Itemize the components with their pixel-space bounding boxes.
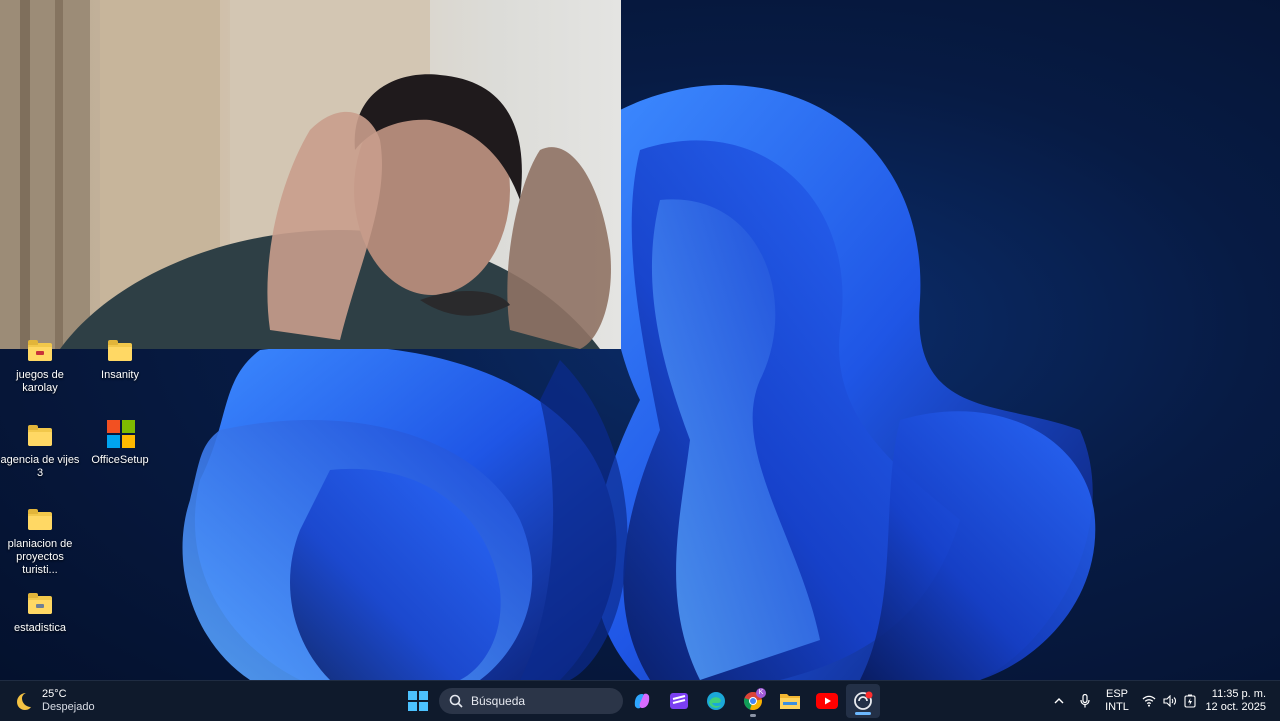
desktop-icon-label: Insanity: [101, 369, 139, 381]
running-indicator: [750, 714, 756, 717]
desktop-icon-insanity[interactable]: Insanity: [80, 340, 160, 382]
desktop-icon-label: estadistica: [14, 622, 66, 634]
windows-start-icon: [408, 691, 428, 711]
taskbar-chrome[interactable]: K: [736, 681, 770, 721]
desktop-icon-label: agencia de vijes 3: [0, 454, 80, 479]
taskbar-edge[interactable]: [699, 681, 733, 721]
desktop-icon-officesetup[interactable]: OfficeSetup: [80, 420, 160, 467]
clock-date: 12 oct. 2025: [1205, 701, 1266, 713]
weather-temperature: 25°C: [42, 688, 67, 700]
wifi-icon: [1142, 695, 1156, 707]
clipchamp-icon: [670, 693, 688, 709]
taskbar-file-explorer[interactable]: [773, 681, 807, 721]
language-secondary: INTL: [1105, 701, 1129, 713]
desktop-icon-label: planiacion de proyectos turisti...: [7, 538, 73, 576]
quick-settings-button[interactable]: [1138, 681, 1200, 721]
desktop-icon-agencia-de-vijes-3[interactable]: agencia de vijes 3: [0, 425, 80, 480]
office-setup-icon: [107, 420, 135, 448]
weather-condition: Despejado: [42, 701, 95, 713]
battery-charging-icon: [1184, 694, 1196, 708]
taskbar-recorder[interactable]: [846, 684, 880, 718]
folder-icon: [780, 694, 800, 709]
taskbar-clipchamp[interactable]: [662, 681, 696, 721]
taskbar-youtube[interactable]: [810, 681, 844, 721]
clock-button[interactable]: 11:35 p. m. 12 oct. 2025: [1204, 681, 1266, 721]
webcam-overlay: [0, 0, 621, 349]
folder-icon: [27, 340, 53, 363]
youtube-icon: [816, 693, 838, 709]
moon-icon: [17, 693, 31, 710]
copilot-icon: [634, 693, 650, 709]
folder-icon: [27, 593, 53, 616]
chrome-profile-badge: K: [756, 688, 766, 698]
desktop-icon-juegos-de-karolay[interactable]: juegos de karolay: [0, 340, 80, 395]
show-hidden-icons-button[interactable]: [1050, 681, 1068, 721]
webcam-person-image: [0, 0, 611, 349]
taskbar-copilot[interactable]: [625, 681, 659, 721]
desktop-icon-label: OfficeSetup: [91, 454, 149, 466]
volume-icon: [1163, 695, 1177, 707]
microphone-icon: [1080, 694, 1090, 708]
desktop-icon-estadistica[interactable]: estadistica: [0, 593, 80, 635]
edge-icon: [707, 692, 725, 710]
desktop-icon-label: juegos de karolay: [16, 369, 64, 394]
start-button[interactable]: [401, 681, 435, 721]
search-placeholder: Búsqueda: [471, 694, 526, 708]
folder-icon: [27, 509, 53, 532]
active-indicator: [855, 712, 871, 715]
search-icon: [449, 694, 463, 708]
folder-icon: [107, 340, 133, 363]
recorder-icon: [854, 691, 873, 710]
microphone-button[interactable]: [1076, 681, 1094, 721]
language-primary: ESP: [1105, 688, 1128, 700]
taskbar: 25°C Despejado Búsqueda K ESP INTL 11:35…: [0, 680, 1280, 721]
folder-icon: [27, 425, 53, 448]
clock-time: 11:35 p. m.: [1211, 688, 1266, 700]
search-input[interactable]: Búsqueda: [439, 688, 623, 714]
weather-widget[interactable]: 25°C Despejado: [12, 681, 122, 721]
input-language-button[interactable]: ESP INTL: [1102, 681, 1132, 721]
chevron-up-icon: [1054, 698, 1064, 704]
desktop-icon-planiacion-de-proyectos[interactable]: planiacion de proyectos turisti...: [0, 509, 80, 577]
